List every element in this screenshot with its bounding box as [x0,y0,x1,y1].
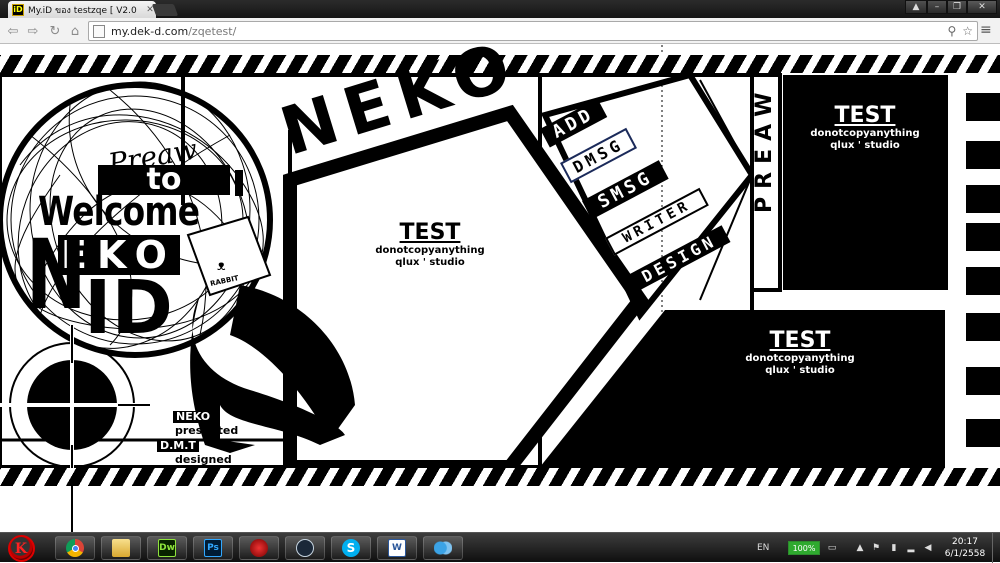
taskbar-skype[interactable]: S [331,536,371,560]
browser-titlebar: iD My.iD ของ testzqe [ V2.0 ] ✕ ▲ – ❐ ✕ [0,0,1000,18]
right-square [966,367,1000,395]
page-icon [93,24,105,38]
clock-date: 6/1/2558 [944,549,986,559]
show-desktop-button[interactable] [992,533,1000,563]
right-square [966,223,1000,251]
credit-dmt: D.M.T [157,440,199,452]
url-path: /zqetest/ [188,24,237,38]
bottom-stripe-border [0,468,1000,486]
battery-indicator[interactable]: 100% [788,541,820,555]
address-bar[interactable]: my.dek-d.com/zqetest/ ⚲ ☆ [88,21,978,41]
test-block-top-right: TEST donotcopyanything qlux ' studio [810,103,920,152]
word-icon: W [388,539,406,557]
hero-id-text: ID [84,265,173,351]
start-button[interactable]: K [3,535,39,562]
maximize-button[interactable]: ❐ [947,0,967,14]
reload-button[interactable]: ↻ [46,22,64,40]
taskbar-steam[interactable] [285,536,325,560]
credit-designed: designed [175,453,232,466]
test-block-bottom-right: TEST donotcopyanything qlux ' studio [745,328,855,377]
clock[interactable]: 20:17 6/1/2558 [942,536,988,560]
taskbar-messenger[interactable] [423,536,463,560]
right-square [966,141,1000,169]
close-button[interactable]: ✕ [967,0,997,14]
credit-presented: presented [175,424,239,437]
folder-icon [112,539,130,557]
right-square [966,419,1000,447]
start-orb-icon: K [7,535,35,562]
right-square [966,93,1000,121]
tab-favicon-icon: iD [12,3,24,16]
language-indicator[interactable]: EN [757,543,769,553]
home-button[interactable]: ⌂ [66,22,84,40]
taskbar-photoshop[interactable]: Ps [193,536,233,560]
credit-neko: NEKO [173,411,214,423]
browser-toolbar: ⇦ ⇨ ↻ ⌂ my.dek-d.com/zqetest/ ⚲ ☆ ≡ [0,18,1000,44]
bookmark-star-icon[interactable]: ☆ [962,24,973,38]
taskbar-game[interactable] [239,536,279,560]
dreamweaver-icon: Dw [158,539,176,557]
taskbar: K Dw Ps S W EN 100% ▭ ▲ ⚑ ▮ ▂ ◀ 20:17 6/… [0,532,1000,563]
url-host: my.dek-d.com [111,24,189,38]
bunny-icon: ᴥ [217,258,226,274]
menu-icon[interactable]: ≡ [980,22,996,38]
test-block-center: TEST donotcopyanything qlux ' studio [375,220,485,269]
taskbar-chrome[interactable] [55,536,95,560]
tray-expand-icon[interactable]: ▲ [854,542,866,554]
right-square [966,185,1000,213]
user-icon[interactable]: ▲ [905,0,927,14]
page-viewport: Preaw to Welcome EKO N ID NEKO RABBIT ᴥ … [0,45,1000,532]
preaw-vertical-text: PREAW [752,84,777,213]
taskbar-explorer[interactable] [101,536,141,560]
new-tab-button[interactable] [151,4,179,16]
photoshop-icon: Ps [204,539,222,557]
volume-icon[interactable]: ◀ [922,542,934,554]
back-button[interactable]: ⇦ [4,22,22,40]
extension-icon[interactable]: ⚲ [947,24,956,38]
right-square [966,313,1000,341]
browser-tab[interactable]: iD My.iD ของ testzqe [ V2.0 ] ✕ [8,1,156,18]
minimize-button[interactable]: – [927,0,947,14]
chrome-icon [66,539,84,557]
steam-icon [296,539,314,557]
tab-title: My.iD ของ testzqe [ V2.0 ] [28,5,140,16]
forward-button[interactable]: ⇨ [24,22,42,40]
hero-n-letter: N [26,219,87,331]
clock-time: 20:17 [952,537,978,547]
game-icon [250,539,268,557]
right-square [966,267,1000,295]
battery-tray-icon[interactable]: ▮ [888,542,900,554]
power-icon[interactable]: ▭ [826,542,838,554]
flag-icon[interactable]: ⚑ [870,542,882,554]
messenger-icon [434,539,452,557]
taskbar-word[interactable]: W [377,536,417,560]
skype-icon: S [342,539,360,557]
signal-icon[interactable]: ▂ [905,542,917,554]
taskbar-dreamweaver[interactable]: Dw [147,536,187,560]
